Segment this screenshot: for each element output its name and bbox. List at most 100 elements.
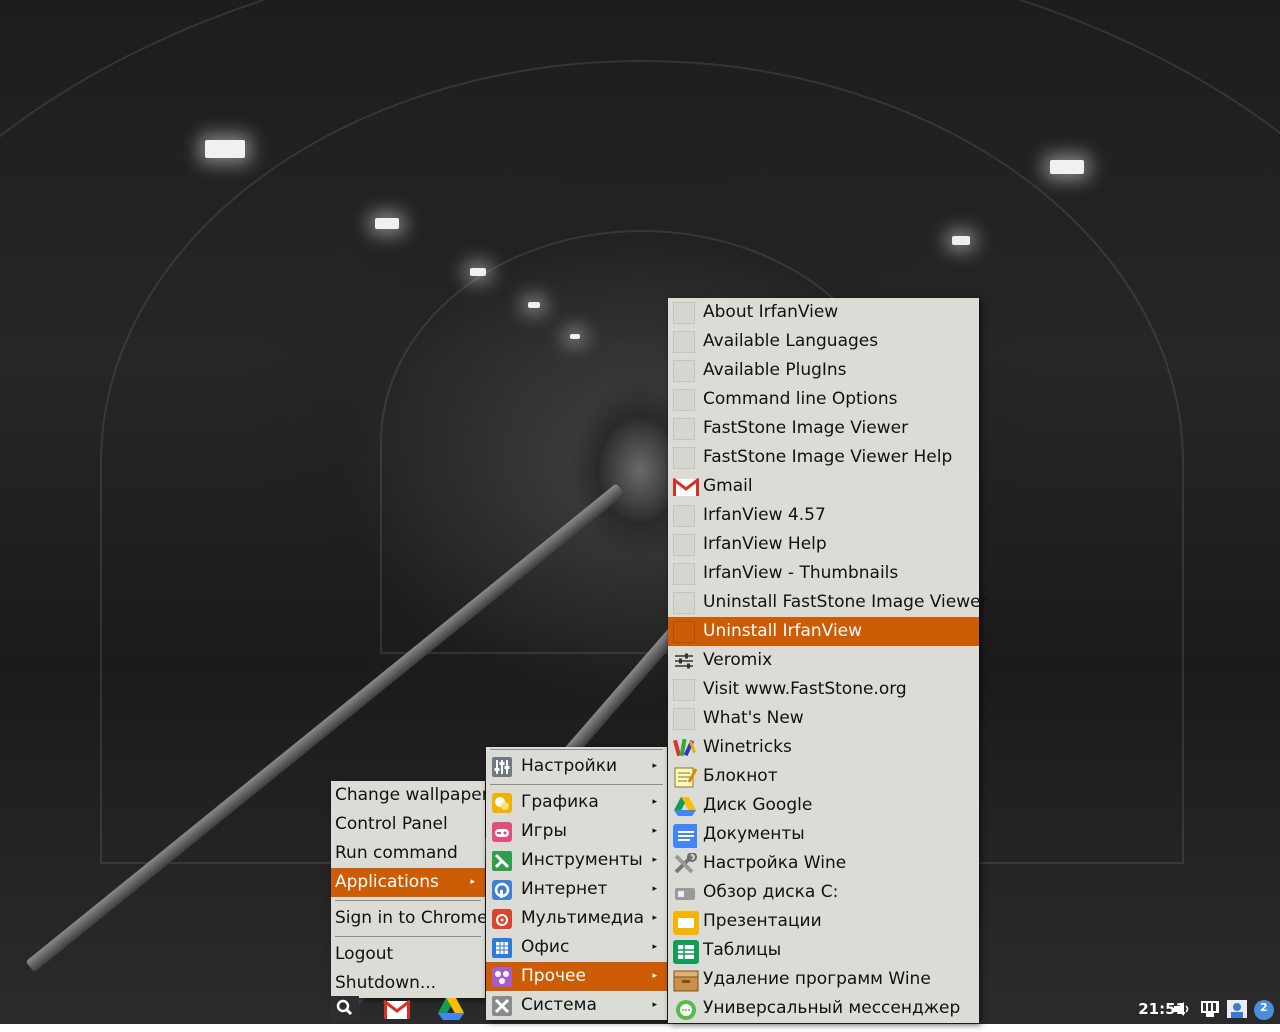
category-office[interactable]: Офис ▸: [486, 933, 667, 962]
tunnel-lamp: [952, 236, 970, 245]
run-command-item[interactable]: Run command: [331, 839, 485, 868]
volume-icon[interactable]: [1171, 999, 1193, 1019]
submenu-arrow-icon: ▸: [652, 761, 657, 771]
category-games[interactable]: Игры ▸: [486, 817, 667, 846]
blank-icon: [673, 534, 695, 556]
submenu-arrow-icon: ▸: [470, 877, 475, 887]
tunnel-lamp: [470, 268, 486, 276]
google-drive-icon: [673, 795, 696, 817]
available-languages-item[interactable]: Available Languages: [668, 327, 979, 356]
taskbar: 21:51 2: [0, 996, 1280, 1024]
whats-new-item[interactable]: What's New: [668, 704, 979, 733]
submenu-arrow-icon: ▸: [652, 913, 657, 923]
applications-item[interactable]: Applications ▸: [331, 868, 485, 897]
submenu-arrow-icon: ▸: [652, 855, 657, 865]
drive-icon: [673, 882, 695, 904]
google-sheets-item[interactable]: Таблицы: [668, 936, 979, 965]
uninstall-faststone-item[interactable]: Uninstall FastStone Image Viewer: [668, 588, 988, 617]
category-internet[interactable]: Интернет ▸: [486, 875, 667, 904]
submenu-arrow-icon: ▸: [652, 826, 657, 836]
google-sheets-icon: [673, 940, 699, 964]
visit-faststone-item[interactable]: Visit www.FastStone.org: [668, 675, 979, 704]
internet-icon: [491, 879, 513, 901]
network-icon[interactable]: [1199, 999, 1221, 1019]
root-menu: Change wallpaper Control Panel Run comma…: [331, 781, 489, 998]
about-irfanview-item[interactable]: About IrfanView: [668, 298, 979, 327]
tools-icon: [491, 850, 513, 872]
submenu-arrow-icon: ▸: [652, 884, 657, 894]
mixer-icon: [673, 650, 695, 672]
tunnel-lamp: [1050, 160, 1084, 174]
blank-icon: [673, 360, 695, 382]
winetricks-icon: [672, 737, 696, 759]
blank-icon: [673, 563, 695, 585]
menu-separator: [335, 936, 481, 937]
category-multimedia[interactable]: Мультимедиа ▸: [486, 904, 667, 933]
wine-uninstall-item[interactable]: Удаление программ Wine: [668, 965, 979, 994]
faststone-help-item[interactable]: FastStone Image Viewer Help: [668, 443, 979, 472]
category-settings[interactable]: Настройки ▸: [486, 752, 667, 781]
google-docs-icon: [673, 824, 699, 848]
other-submenu: About IrfanView Available Languages Avai…: [668, 298, 988, 1023]
sign-in-chrome-item[interactable]: Sign in to Chrome: [331, 904, 488, 933]
tunnel-lamp: [570, 334, 580, 339]
gamepad-icon: [491, 821, 513, 843]
available-plugins-item[interactable]: Available PlugIns: [668, 356, 979, 385]
tunnel-lamp: [528, 302, 540, 308]
notepad-item[interactable]: Блокнот: [668, 762, 979, 791]
office-icon: [491, 937, 513, 959]
google-drive-item[interactable]: Диск Google: [668, 791, 979, 820]
submenu-arrow-icon: ▸: [652, 971, 657, 981]
category-other[interactable]: Прочее ▸: [486, 962, 667, 991]
winetricks-item[interactable]: Winetricks: [668, 733, 979, 762]
blank-icon: [673, 302, 695, 324]
faststone-viewer-item[interactable]: FastStone Image Viewer: [668, 414, 979, 443]
drive-c-item[interactable]: Обзор диска C:: [668, 878, 979, 907]
graphics-icon: [491, 792, 513, 814]
blank-icon: [673, 331, 695, 353]
submenu-arrow-icon: ▸: [652, 942, 657, 952]
google-slides-icon: [673, 911, 699, 935]
blank-icon: [673, 679, 695, 701]
gmail-taskbar-icon[interactable]: [383, 996, 411, 1022]
category-graphics[interactable]: Графика ▸: [486, 788, 667, 817]
google-slides-item[interactable]: Презентации: [668, 907, 979, 936]
control-panel-item[interactable]: Control Panel: [331, 810, 485, 839]
google-drive-taskbar-icon[interactable]: [437, 996, 465, 1022]
notepad-icon: [673, 766, 698, 788]
notifications-icon[interactable]: 2: [1253, 999, 1275, 1020]
blank-icon: [673, 389, 695, 411]
tunnel-lamp: [205, 140, 245, 158]
shutdown-item[interactable]: Shutdown...: [331, 969, 485, 998]
applications-submenu: Настройки ▸ Графика ▸ Игры ▸ Инструменты…: [486, 747, 667, 1020]
settings-icon: [491, 756, 513, 778]
irfanview-item[interactable]: IrfanView 4.57: [668, 501, 979, 530]
wine-config-item[interactable]: Настройка Wine: [668, 849, 979, 878]
menu-separator: [490, 749, 663, 750]
blank-icon: [673, 505, 695, 527]
blank-icon: [673, 621, 695, 643]
menu-separator: [335, 900, 481, 901]
user-avatar-icon[interactable]: [1226, 999, 1248, 1019]
blank-icon: [673, 418, 695, 440]
uninstall-icon: [673, 969, 699, 992]
other-icon: [491, 966, 513, 988]
blank-icon: [673, 447, 695, 469]
command-line-options-item[interactable]: Command line Options: [668, 385, 979, 414]
irfanview-thumbnails-item[interactable]: IrfanView - Thumbnails: [668, 559, 979, 588]
launcher-search-icon[interactable]: [331, 996, 359, 1022]
google-docs-item[interactable]: Документы: [668, 820, 979, 849]
irfanview-help-item[interactable]: IrfanView Help: [668, 530, 979, 559]
blank-icon: [673, 592, 695, 614]
category-tools[interactable]: Инструменты ▸: [486, 846, 667, 875]
blank-icon: [673, 708, 695, 730]
tunnel-lamp: [375, 218, 399, 229]
change-wallpaper-item[interactable]: Change wallpaper: [331, 781, 489, 810]
logout-item[interactable]: Logout: [331, 940, 485, 969]
multimedia-icon: [491, 908, 513, 930]
gmail-icon: [672, 476, 700, 498]
wine-config-icon: [673, 852, 697, 875]
uninstall-irfanview-item[interactable]: Uninstall IrfanView: [668, 617, 979, 646]
veromix-item[interactable]: Veromix: [668, 646, 979, 675]
gmail-item[interactable]: Gmail: [668, 472, 979, 501]
